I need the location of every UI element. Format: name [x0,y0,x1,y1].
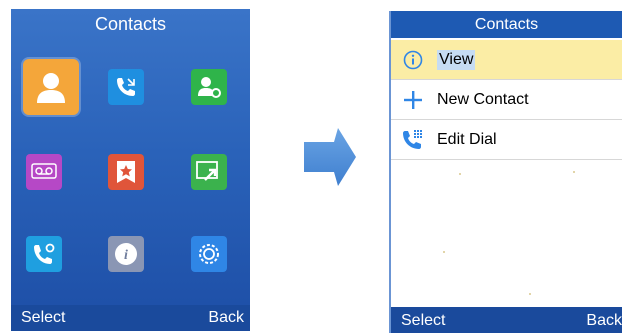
dialpad-phone-icon [401,128,425,152]
transition-arrow-icon [304,128,356,186]
screen-speck [573,171,575,173]
system-settings-icon[interactable] [191,236,227,272]
contact-settings-icon[interactable] [191,69,227,105]
menu-item-new-contact[interactable]: New Contact [391,80,622,120]
back-softkey[interactable]: Back [586,312,622,330]
screen-speck [443,251,445,253]
transfer-icon[interactable] [191,154,227,190]
right-softkey-bar: Select Back [391,307,622,333]
menu-item-view[interactable]: View [391,40,622,80]
right-screen-title: Contacts [391,11,622,38]
select-softkey[interactable]: Select [401,312,445,330]
info-icon[interactable]: i [108,236,144,272]
menu-item-label: Edit Dial [437,130,497,148]
contacts-menu-screen: Contacts View New Contact Edit Dial Sele… [389,11,622,333]
svg-text:i: i [124,248,128,263]
left-softkey-bar: Select Back [11,305,250,331]
favorites-icon[interactable] [108,154,144,190]
back-softkey[interactable]: Back [208,309,244,327]
contacts-icon[interactable] [23,59,79,115]
contacts-app-grid-screen: Contacts i Select Back [11,9,250,331]
left-screen-title: Contacts [94,14,167,34]
screen-speck [529,293,531,295]
menu-item-edit-dial[interactable]: Edit Dial [391,120,622,160]
menu-item-label: New Contact [437,90,529,108]
info-circle-icon [401,48,425,72]
call-settings-icon[interactable] [26,236,62,272]
screen-speck [459,173,461,175]
select-softkey[interactable]: Select [21,309,65,327]
call-history-icon[interactable] [108,69,144,105]
plus-icon [401,88,425,112]
menu-item-label: View [437,49,476,70]
voicemail-icon[interactable] [26,154,62,190]
